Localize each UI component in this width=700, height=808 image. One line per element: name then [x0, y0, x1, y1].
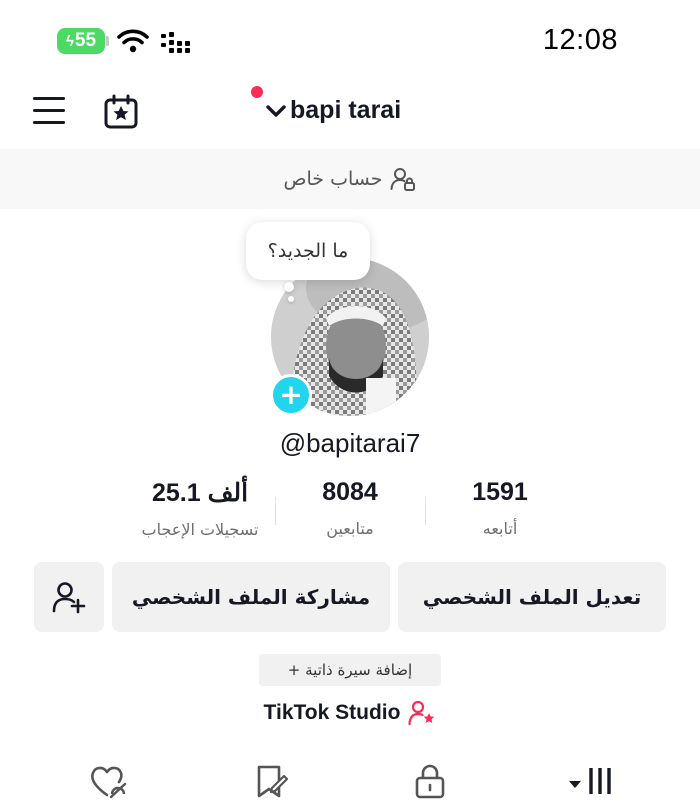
grid-icon[interactable] [567, 764, 615, 800]
following-label: أتابعه [482, 519, 518, 538]
menu-icon[interactable] [33, 97, 65, 125]
battery-cap [106, 36, 109, 46]
bubble-tail-small [288, 296, 294, 302]
likes-count: 25.1 ألف [151, 479, 249, 507]
cellular-signal-icon [161, 32, 190, 53]
tiktok-studio-link[interactable]: TikTok Studio [0, 700, 700, 726]
followers-count: 8084 [322, 478, 378, 506]
edit-profile-button[interactable]: تعديل الملف الشخصي [398, 562, 666, 632]
status-time: 12:08 [542, 24, 618, 56]
heart-icon[interactable] [89, 764, 129, 800]
add-friend-icon [52, 582, 86, 614]
add-bio-button[interactable]: + إضافة سيرة ذاتية [259, 654, 441, 686]
studio-label: TikTok Studio [263, 701, 401, 724]
header-username: bapi tarai [290, 96, 402, 124]
user-star-icon [408, 700, 435, 726]
whats-new-bubble[interactable]: ما الجديد؟ [246, 222, 370, 280]
private-account-banner[interactable]: حساب خاص [0, 149, 700, 209]
share-profile-button[interactable]: مشاركة الملف الشخصي [112, 562, 390, 632]
wifi-icon [117, 29, 149, 53]
bookmark-icon[interactable] [254, 764, 290, 800]
profile-handle: @bapitarai7 [279, 428, 421, 458]
notification-dot [251, 86, 263, 98]
private-account-label: حساب خاص [283, 168, 383, 190]
following-count: 1591 [472, 478, 528, 506]
battery-indicator: ϟ 55 [57, 28, 105, 54]
chevron-down-icon [266, 104, 286, 117]
bubble-tail [284, 282, 294, 292]
account-switcher[interactable]: bapi tarai [266, 96, 401, 125]
stat-following[interactable]: 1591 أتابعه [415, 478, 585, 538]
plus-icon: + [279, 378, 303, 411]
stat-followers[interactable]: 8084 متابعين [265, 478, 435, 538]
likes-label: تسجيلات الإعجاب [141, 520, 259, 539]
whats-new-text: ما الجديد؟ [267, 240, 349, 262]
followers-label: متابعين [326, 519, 374, 538]
add-friend-button[interactable] [34, 562, 104, 632]
stat-likes[interactable]: 25.1 ألف تسجيلات الإعجاب [115, 478, 285, 539]
lock-icon[interactable] [414, 764, 446, 800]
lock-user-icon [390, 168, 416, 191]
charging-icon: ϟ [65, 32, 74, 50]
calendar-star-icon[interactable] [103, 94, 139, 130]
add-story-button[interactable]: + [270, 374, 312, 416]
